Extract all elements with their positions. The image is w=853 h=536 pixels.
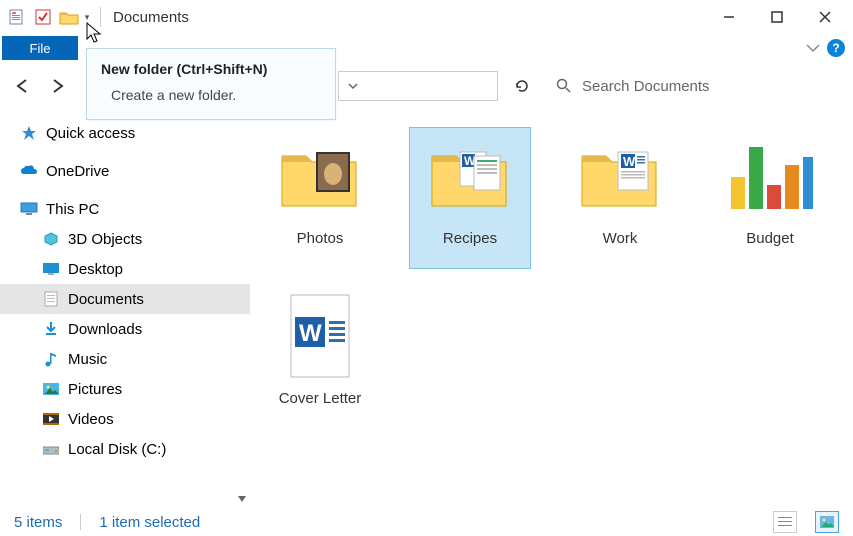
- qat-placeholder-icon[interactable]: [32, 6, 54, 28]
- main-area: Quick access OneDrive This PC 3D Objects…: [0, 108, 853, 508]
- item-label: Work: [603, 230, 638, 247]
- help-button[interactable]: ?: [827, 39, 845, 57]
- content-pane[interactable]: Photos W Recipes: [250, 108, 853, 508]
- tooltip-title: New folder (Ctrl+Shift+N): [101, 61, 321, 77]
- sidebar-label: Pictures: [68, 381, 122, 398]
- navigation-pane: Quick access OneDrive This PC 3D Objects…: [0, 108, 250, 508]
- back-button[interactable]: [6, 70, 38, 102]
- desktop-icon: [42, 260, 60, 278]
- sidebar-label: Music: [68, 351, 107, 368]
- sidebar-label: This PC: [46, 201, 99, 218]
- this-pc-icon: [20, 200, 38, 218]
- address-dropdown-icon[interactable]: [347, 80, 359, 92]
- sidebar-label: OneDrive: [46, 163, 109, 180]
- ribbon-collapse-chevron[interactable]: [805, 42, 821, 54]
- sidebar-item-videos[interactable]: Videos: [0, 404, 250, 434]
- sidebar-label: 3D Objects: [68, 231, 142, 248]
- drive-icon: [42, 440, 60, 458]
- sidebar-label: Documents: [68, 291, 144, 308]
- maximize-button[interactable]: [753, 3, 801, 31]
- item-cover-letter[interactable]: W Cover Letter: [260, 288, 380, 428]
- folder-thumbnail-icon: W: [575, 132, 665, 222]
- sidebar-label: Desktop: [68, 261, 123, 278]
- item-recipes[interactable]: W Recipes: [410, 128, 530, 268]
- documents-icon: [42, 290, 60, 308]
- sidebar-label: Quick access: [46, 125, 135, 142]
- item-label: Photos: [297, 230, 344, 247]
- item-label: Recipes: [443, 230, 497, 247]
- item-label: Cover Letter: [279, 390, 362, 407]
- status-item-count: 5 items: [14, 514, 62, 531]
- qat-properties-icon[interactable]: [6, 6, 28, 28]
- word-doc-icon: W: [275, 292, 365, 382]
- details-view-button[interactable]: [773, 511, 797, 533]
- address-bar[interactable]: [338, 71, 498, 101]
- sidebar-label: Local Disk (C:): [68, 441, 166, 458]
- status-separator: [80, 514, 81, 530]
- videos-icon: [42, 410, 60, 428]
- folder-thumbnail-icon: [275, 132, 365, 222]
- music-icon: [42, 350, 60, 368]
- status-selected-count: 1 item selected: [99, 514, 200, 531]
- downloads-icon: [42, 320, 60, 338]
- sidebar-item-documents[interactable]: Documents: [0, 284, 250, 314]
- sidebar-item-pictures[interactable]: Pictures: [0, 374, 250, 404]
- refresh-button[interactable]: [502, 71, 542, 101]
- scroll-down-icon[interactable]: [234, 490, 250, 508]
- sidebar-item-local-disk[interactable]: Local Disk (C:): [0, 434, 250, 464]
- sidebar-item-this-pc[interactable]: This PC: [0, 194, 250, 224]
- sidebar-label: Videos: [68, 411, 114, 428]
- sidebar-item-3d-objects[interactable]: 3D Objects: [0, 224, 250, 254]
- quick-access-icon: [20, 124, 38, 142]
- large-icons-view-button[interactable]: [815, 511, 839, 533]
- search-placeholder: Search Documents: [582, 78, 710, 95]
- onedrive-icon: [20, 162, 38, 180]
- sidebar-item-onedrive[interactable]: OneDrive: [0, 156, 250, 186]
- window-title: Documents: [113, 9, 189, 26]
- sidebar-item-music[interactable]: Music: [0, 344, 250, 374]
- status-bar: 5 items 1 item selected: [0, 508, 853, 536]
- svg-text:W: W: [623, 154, 636, 169]
- search-icon: [556, 78, 572, 94]
- sidebar-label: Downloads: [68, 321, 142, 338]
- sidebar-scrollbar[interactable]: [234, 108, 250, 508]
- sidebar-item-desktop[interactable]: Desktop: [0, 254, 250, 284]
- tooltip-body: Create a new folder.: [101, 87, 321, 103]
- 3d-objects-icon: [42, 230, 60, 248]
- item-work[interactable]: W Work: [560, 128, 680, 268]
- tooltip-popup: New folder (Ctrl+Shift+N) Create a new f…: [86, 48, 336, 120]
- item-budget[interactable]: Budget: [710, 128, 830, 268]
- title-bar: ▾ Documents: [0, 0, 853, 34]
- minimize-button[interactable]: [705, 3, 753, 31]
- sidebar-item-quick-access[interactable]: Quick access: [0, 118, 250, 148]
- pictures-icon: [42, 380, 60, 398]
- title-separator: [100, 7, 101, 27]
- file-tab[interactable]: File: [2, 36, 78, 60]
- item-label: Budget: [746, 230, 794, 247]
- sidebar-item-downloads[interactable]: Downloads: [0, 314, 250, 344]
- svg-text:W: W: [299, 320, 322, 347]
- chart-icon: [725, 132, 815, 222]
- forward-button[interactable]: [42, 70, 74, 102]
- folder-thumbnail-icon: W: [425, 132, 515, 222]
- qat-customize-dropdown[interactable]: ▾: [82, 6, 92, 28]
- close-button[interactable]: [801, 3, 849, 31]
- qat-new-folder-icon[interactable]: [58, 6, 80, 28]
- search-box[interactable]: Search Documents: [546, 71, 847, 101]
- item-photos[interactable]: Photos: [260, 128, 380, 268]
